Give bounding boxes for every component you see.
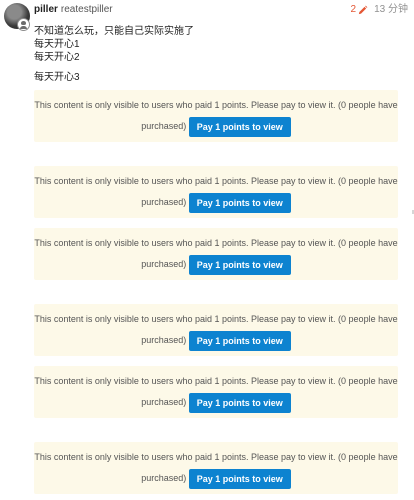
paid-content-block: This content is only visible to users wh…	[34, 166, 398, 218]
paid-content-block: This content is only visible to users wh…	[34, 304, 398, 356]
post-line-2: 每天开心1	[34, 39, 80, 50]
paid-content-block: This content is only visible to users wh…	[34, 366, 398, 418]
author-username[interactable]: piller	[34, 4, 58, 15]
post-line-1: 不知道怎么玩，只能自己实际实施了	[34, 26, 194, 37]
post-meta: 2 13 分钟	[351, 4, 408, 16]
paid-content-block: This content is only visible to users wh…	[34, 442, 398, 494]
pay-to-view-button[interactable]: Pay 1 points to view	[188, 392, 291, 413]
post-line-4: 每天开心3	[34, 72, 80, 83]
pay-to-view-button[interactable]: Pay 1 points to view	[188, 116, 291, 137]
post-author-names: piller reatestpiller	[34, 4, 113, 16]
pay-to-view-button[interactable]: Pay 1 points to view	[188, 192, 291, 213]
post-body: 不知道怎么玩，只能自己实际实施了 每天开心1 每天开心2 每天开心3	[34, 25, 194, 84]
post-line-3: 每天开心2	[34, 52, 80, 63]
pay-to-view-button[interactable]: Pay 1 points to view	[188, 330, 291, 351]
pay-to-view-button[interactable]: Pay 1 points to view	[188, 254, 291, 275]
edit-count: 2	[350, 4, 357, 15]
paid-content-block: This content is only visible to users wh…	[34, 228, 398, 280]
author-full-name[interactable]: reatestpiller	[61, 4, 113, 15]
paid-content-block: This content is only visible to users wh…	[34, 90, 398, 142]
pencil-icon	[358, 5, 368, 14]
edit-history-button[interactable]: 2	[351, 4, 369, 16]
pay-to-view-button[interactable]: Pay 1 points to view	[188, 468, 291, 489]
post-container: piller reatestpiller 2 13 分钟 不知道怎么玩，只能自己实…	[0, 0, 414, 500]
user-badge-icon	[17, 18, 30, 31]
post-date[interactable]: 13 分钟	[374, 4, 408, 16]
